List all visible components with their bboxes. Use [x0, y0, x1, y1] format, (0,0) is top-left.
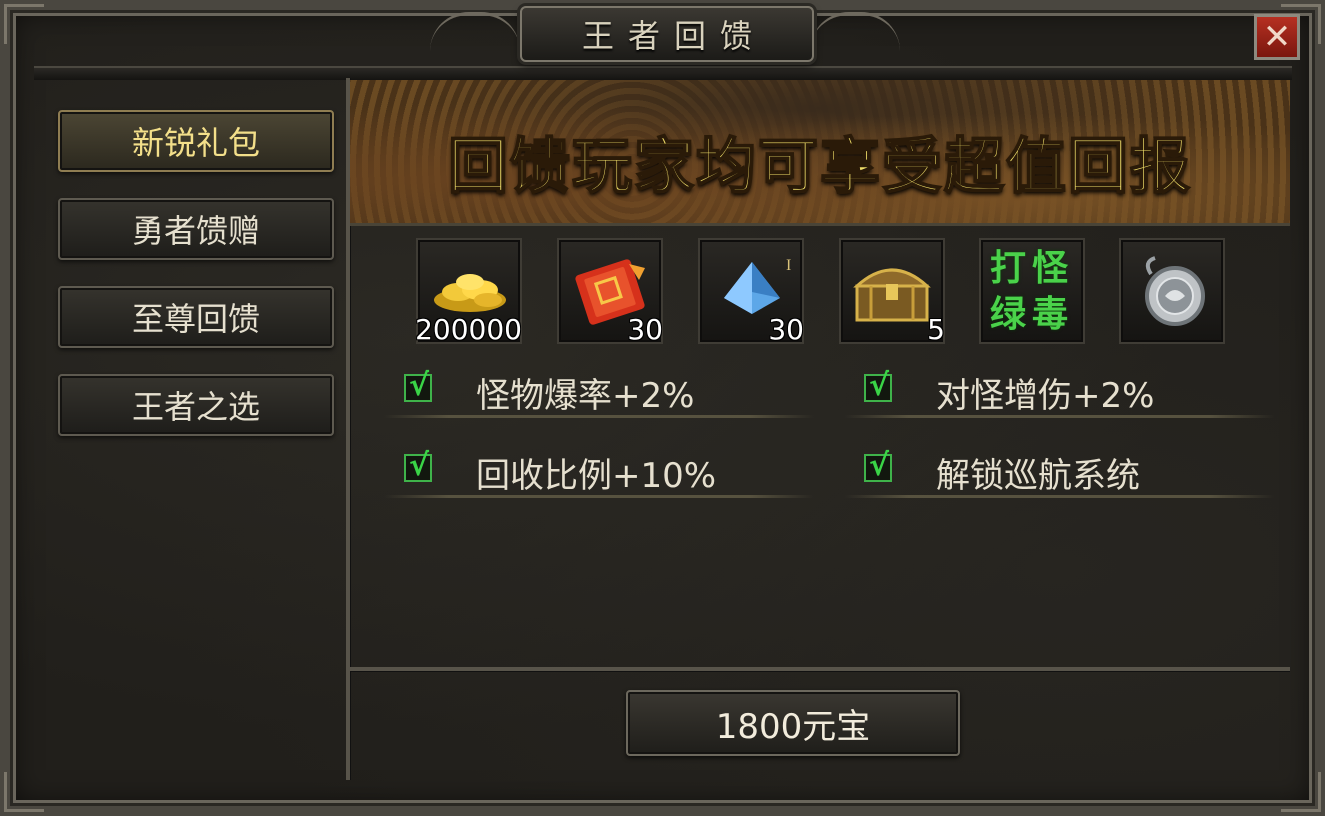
tab-label: 新锐礼包: [131, 124, 260, 162]
check-icon: √: [409, 368, 430, 403]
perk-recycle-ratio: √ 回收比例+10%: [384, 442, 814, 498]
checkbox[interactable]: √: [404, 368, 432, 403]
tab-label: 至尊回馈: [131, 300, 260, 338]
check-icon: √: [869, 368, 890, 403]
footer-divider: [350, 667, 1290, 671]
checkbox[interactable]: √: [404, 448, 432, 483]
perk-label: 回收比例+10%: [476, 456, 717, 496]
window-title-plate: 王者回馈: [520, 6, 814, 62]
reward-slot-green-poison[interactable]: 打怪绿毒: [979, 238, 1085, 344]
perk-unlock-cruise: √ 解锁巡航系统: [844, 442, 1274, 498]
perk-divider: [844, 495, 1274, 498]
perk-label: 解锁巡航系统: [936, 456, 1140, 496]
reward-slot-crystal[interactable]: I 30: [698, 238, 804, 346]
promo-banner: 回馈玩家均可享受超值回报: [350, 80, 1290, 226]
close-icon: ✕: [1262, 17, 1292, 57]
svg-text:I: I: [786, 257, 791, 274]
header-divider: [34, 66, 1292, 80]
green-text-icon: 打怪绿毒: [989, 248, 1074, 335]
perk-label: 对怪增伤+2%: [936, 376, 1155, 416]
tab-yongzhe-kuizeng[interactable]: 勇者馈赠: [58, 198, 334, 260]
tab-zhizun-huikui[interactable]: 至尊回馈: [58, 286, 334, 348]
perk-divider: [384, 495, 814, 498]
frame-corner-ornament: [1281, 772, 1321, 812]
medal-icon: [1145, 256, 1205, 326]
sidebar: 新锐礼包 勇者馈赠 至尊回馈 王者之选: [48, 82, 346, 778]
check-icon: √: [409, 448, 430, 483]
frame-corner-ornament: [4, 772, 44, 812]
checkbox[interactable]: √: [864, 448, 892, 483]
perk-damage-bonus: √ 对怪增伤+2%: [844, 362, 1274, 418]
purchase-label: 1800元宝: [715, 706, 871, 747]
tab-xinrui-libao[interactable]: 新锐礼包: [58, 110, 334, 172]
perk-drop-rate: √ 怪物爆率+2%: [384, 362, 814, 418]
purchase-button[interactable]: 1800元宝: [626, 690, 960, 756]
perk-divider: [384, 415, 814, 418]
window-title: 王者回馈: [581, 17, 766, 55]
frame-corner-ornament: [4, 4, 44, 44]
checkbox[interactable]: √: [864, 368, 892, 403]
perk-label: 怪物爆率+2%: [476, 376, 695, 416]
reward-slot-chest[interactable]: 5: [839, 238, 945, 346]
check-icon: √: [869, 448, 890, 483]
tab-wangzhe-zhixuan[interactable]: 王者之选: [58, 374, 334, 436]
tab-label: 王者之选: [131, 388, 260, 426]
reward-qty: 30: [768, 313, 804, 346]
tab-label: 勇者馈赠: [131, 212, 260, 250]
banner-text: 回馈玩家均可享受超值回报: [447, 131, 1192, 203]
reward-slot-medal[interactable]: [1119, 238, 1225, 344]
perk-divider: [844, 415, 1274, 418]
reward-slot-gold[interactable]: 200000: [415, 238, 522, 346]
reward-qty: 30: [627, 313, 663, 346]
reward-qty: 5: [927, 313, 945, 346]
reward-slot-scroll[interactable]: 30: [557, 238, 663, 346]
close-button[interactable]: ✕: [1254, 14, 1300, 60]
reward-qty: 200000: [415, 313, 522, 346]
